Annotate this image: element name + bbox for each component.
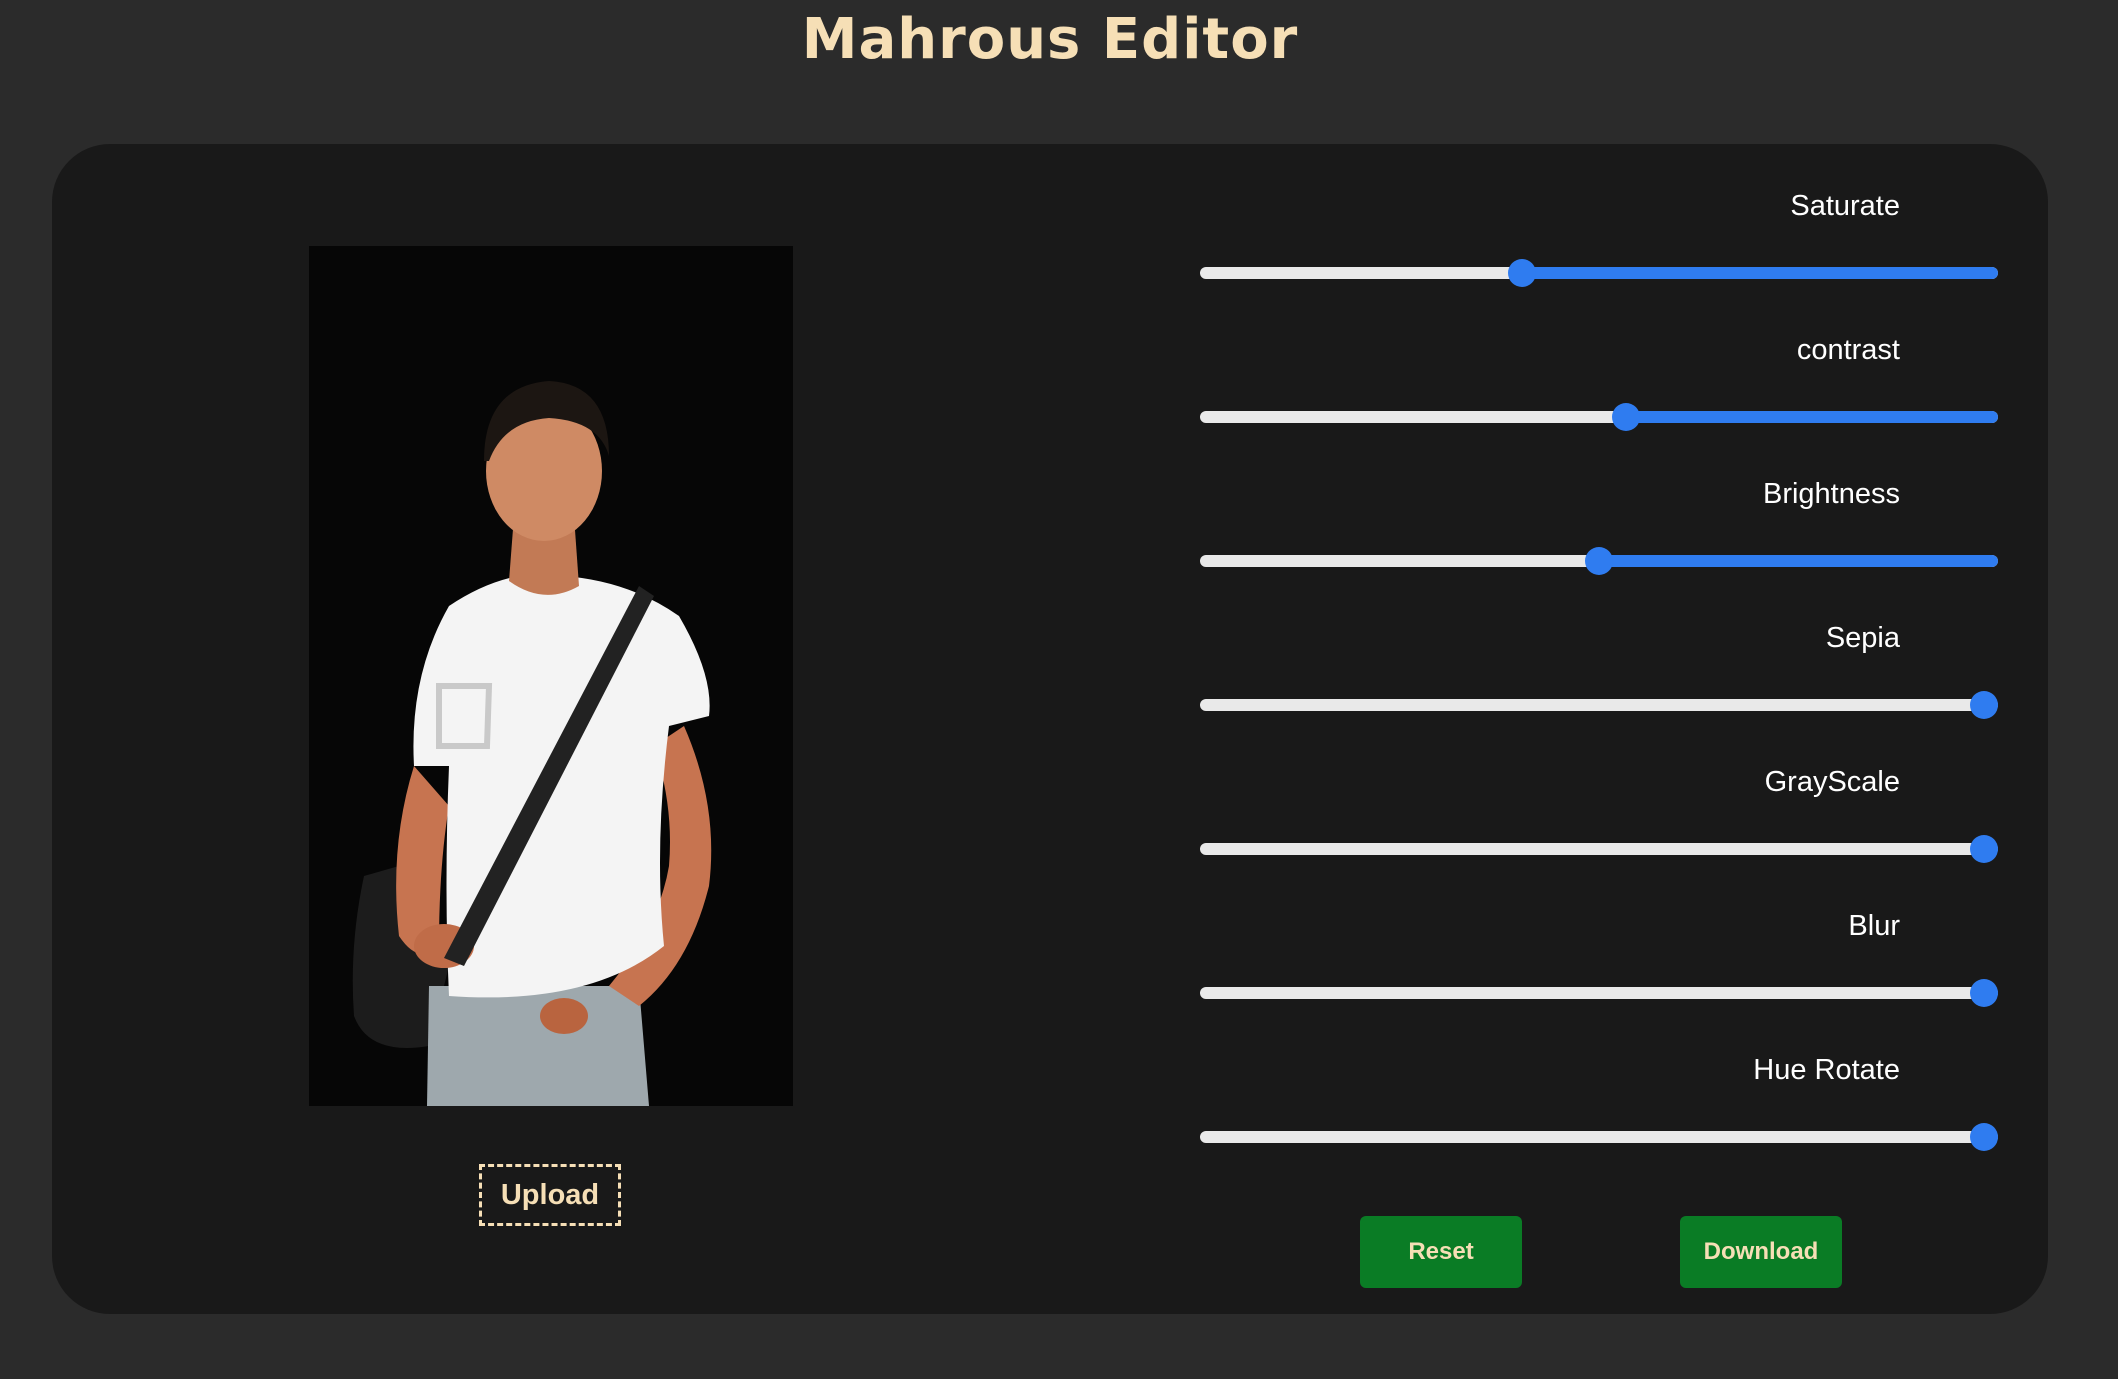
filter-controls: Saturate contrast Brightness Sepia GrayS… [1150,144,2010,1314]
person-photo [309,246,793,1106]
hue-rotate-slider-thumb[interactable] [1970,1123,1998,1151]
upload-button[interactable]: Upload [479,1164,621,1226]
grayscale-slider[interactable] [1200,828,2000,868]
page-title: Mahrous Editor [801,7,1299,72]
editor-panel: Upload Saturate contrast Brightness Sepi… [52,144,2048,1314]
brightness-slider-thumb[interactable] [1585,547,1613,575]
sepia-label: Sepia [1825,622,1900,654]
download-button[interactable]: Download [1680,1216,1842,1288]
saturate-slider-thumb[interactable] [1508,259,1536,287]
saturate-slider[interactable] [1200,252,2000,292]
grayscale-slider-track [1200,843,1998,855]
contrast-slider[interactable] [1200,396,2000,436]
grayscale-label: GrayScale [1764,766,1900,798]
image-preview [309,246,793,1106]
contrast-slider-thumb[interactable] [1612,403,1640,431]
saturate-slider-fill [1522,267,1998,279]
blur-label: Blur [1848,910,1900,942]
hue-rotate-slider[interactable] [1200,1116,2000,1156]
grayscale-slider-thumb[interactable] [1970,835,1998,863]
sepia-slider-thumb[interactable] [1970,691,1998,719]
sepia-slider[interactable] [1200,684,2000,724]
blur-slider-thumb[interactable] [1970,979,1998,1007]
hue-rotate-slider-track [1200,1131,1998,1143]
blur-slider-track [1200,987,1998,999]
brightness-slider[interactable] [1200,540,2000,580]
contrast-slider-fill [1626,411,1998,423]
sepia-slider-track [1200,699,1998,711]
saturate-label: Saturate [1790,190,1900,222]
hue-rotate-label: Hue Rotate [1753,1054,1900,1086]
blur-slider[interactable] [1200,972,2000,1012]
reset-button[interactable]: Reset [1360,1216,1522,1288]
brightness-slider-fill [1599,555,1998,567]
brightness-label: Brightness [1762,478,1900,510]
contrast-label: contrast [1796,334,1900,366]
